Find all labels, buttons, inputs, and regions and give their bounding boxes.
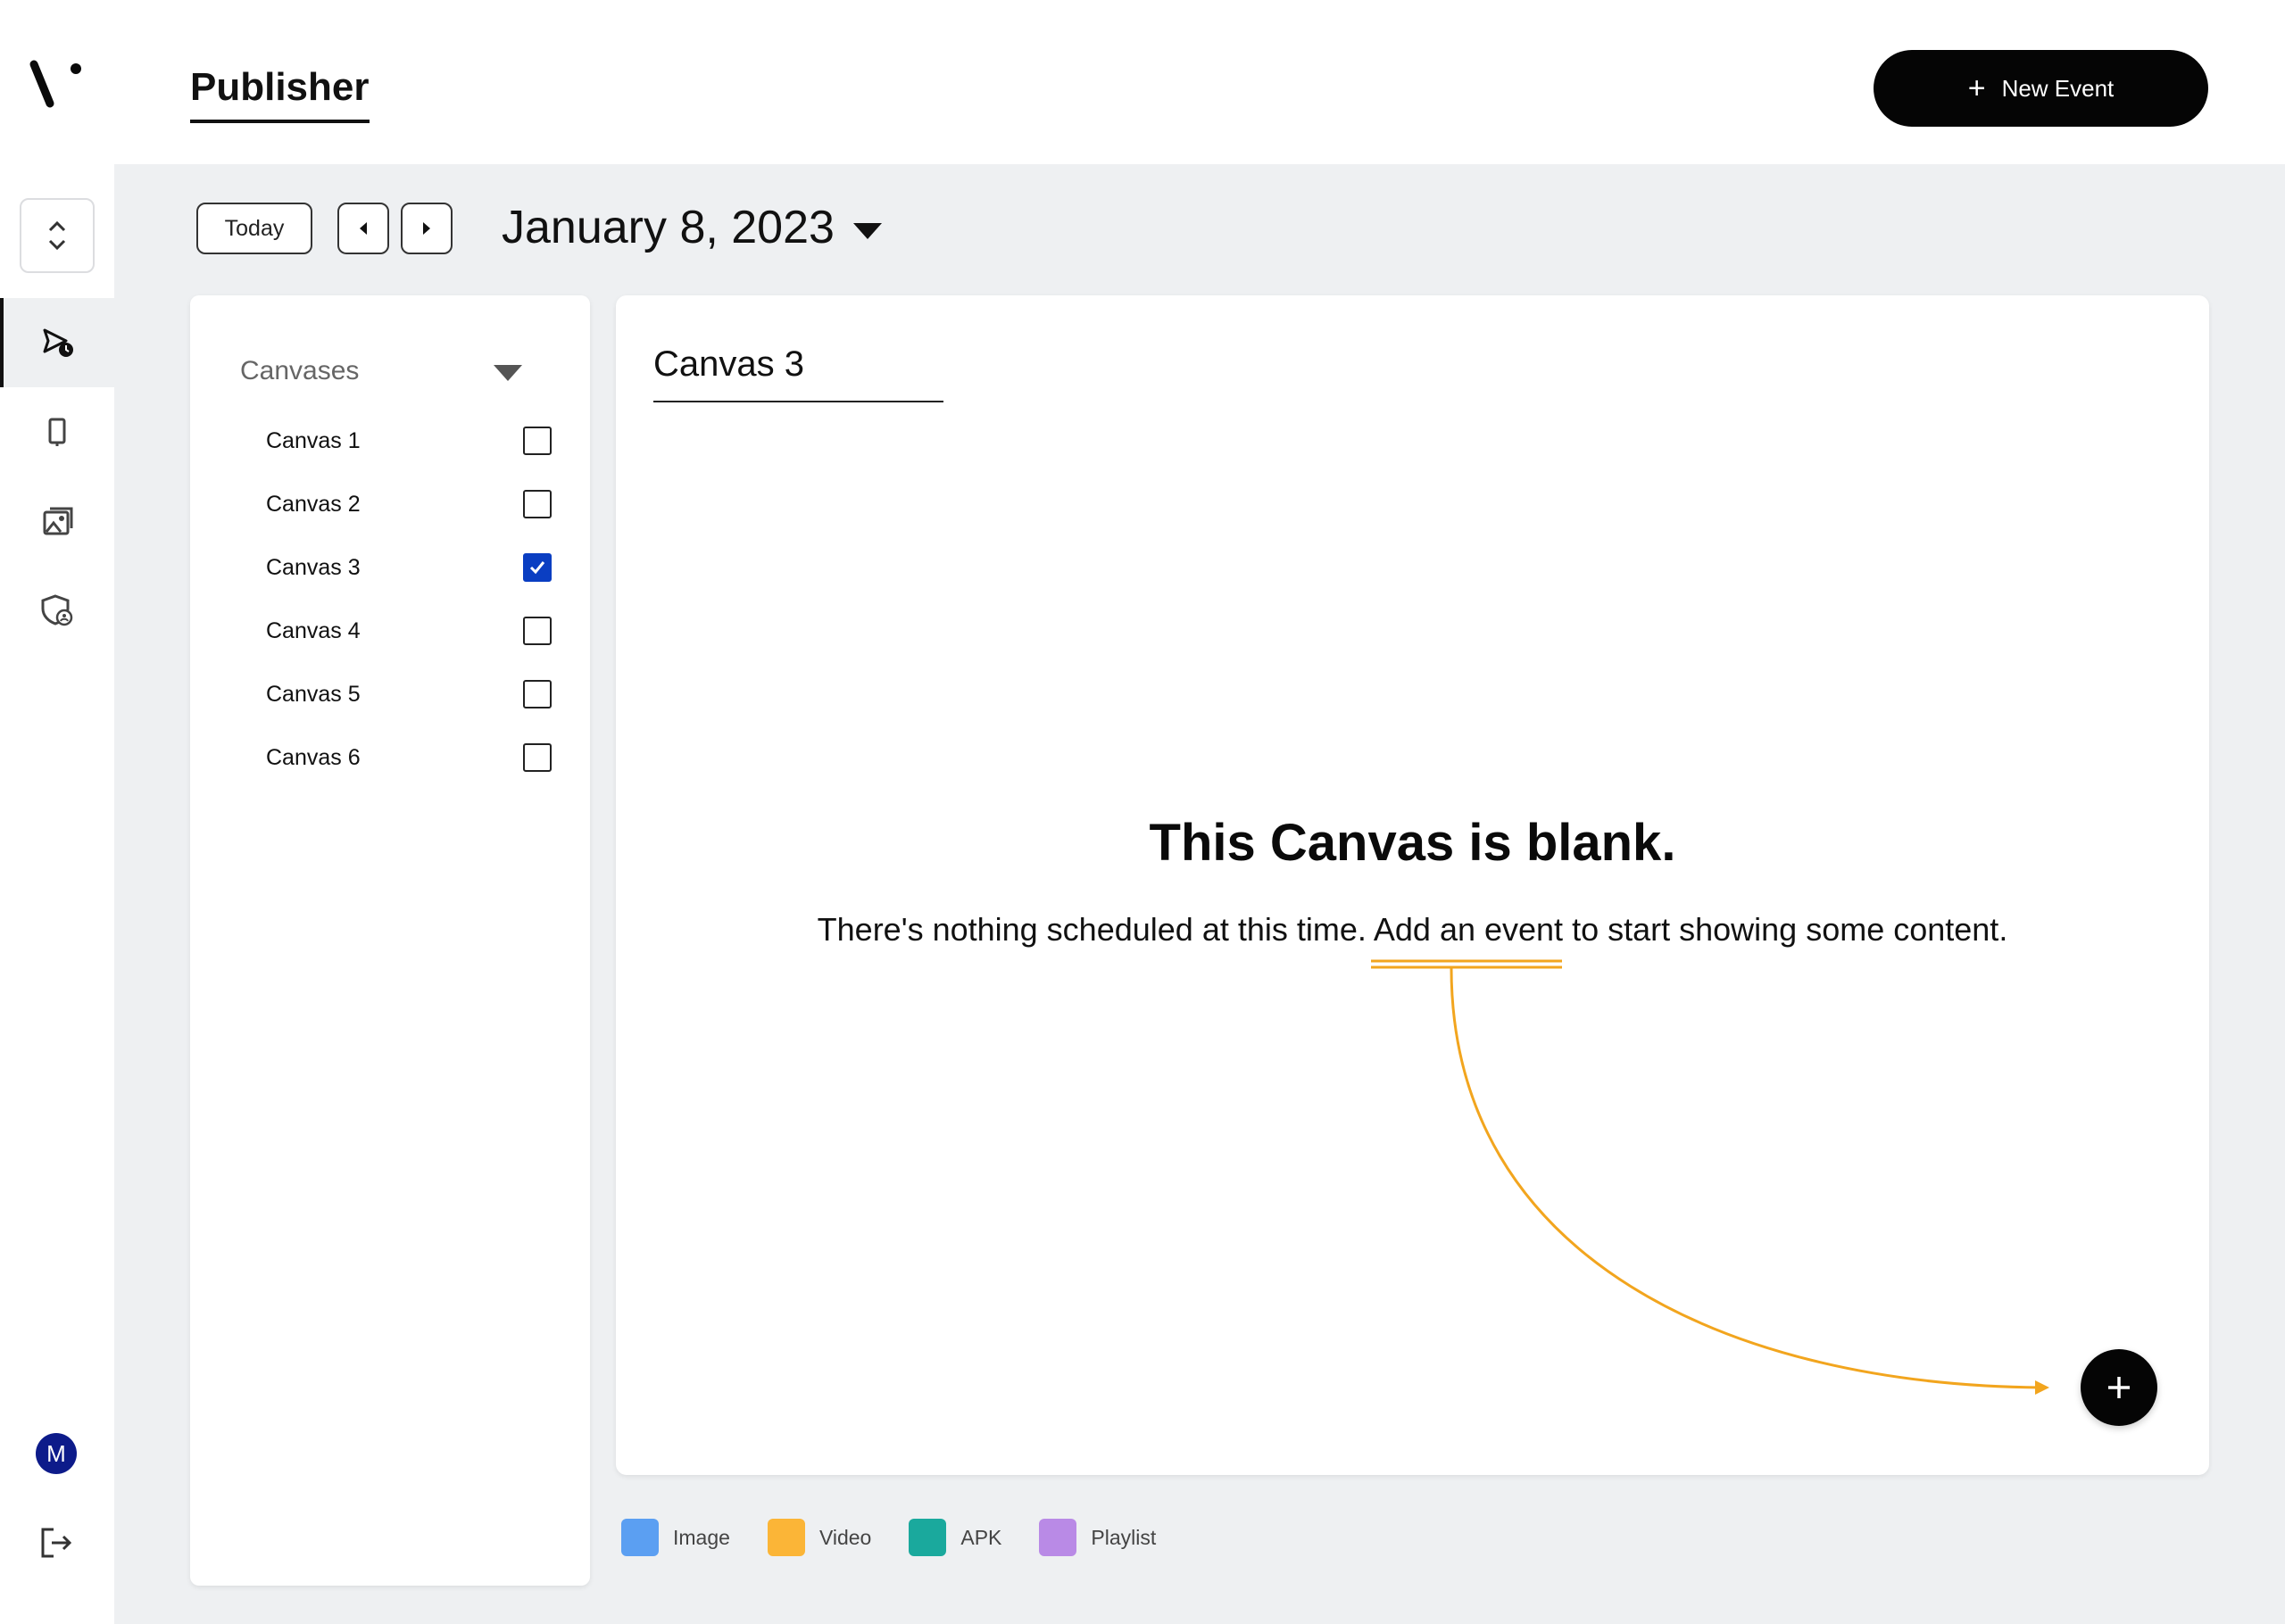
schedule-send-icon — [43, 328, 73, 357]
canvas-view: Canvas 3 This Canvas is blank. There's n… — [616, 295, 2209, 1475]
next-day-button[interactable] — [401, 203, 453, 254]
canvas-checkbox[interactable] — [523, 427, 552, 455]
checkmark-icon — [529, 561, 545, 575]
canvases-header[interactable]: Canvases — [240, 356, 359, 386]
device-icon — [48, 418, 66, 446]
canvas-checkbox[interactable] — [523, 680, 552, 708]
canvas-item-label: Canvas 1 — [266, 427, 361, 453]
new-event-button[interactable]: + New Event — [1874, 50, 2208, 127]
nav-item-admin[interactable] — [0, 566, 114, 655]
legend-item: APK — [909, 1519, 1001, 1556]
canvas-checkbox[interactable] — [523, 743, 552, 772]
legend-label: Playlist — [1091, 1525, 1157, 1549]
left-rail: M — [0, 0, 114, 1624]
add-event-fab-button[interactable] — [2081, 1349, 2157, 1426]
new-event-label: New Event — [2001, 74, 2115, 102]
avatar-initial: M — [46, 1439, 66, 1467]
admin-shield-icon — [41, 594, 73, 626]
legend-label: Video — [818, 1525, 872, 1549]
plus-icon — [2108, 1377, 2130, 1398]
nav-item-devices[interactable] — [0, 387, 114, 476]
legend-swatch — [621, 1519, 659, 1556]
legend-item: Playlist — [1039, 1519, 1156, 1556]
date-picker-chevron-down-icon[interactable] — [853, 223, 882, 239]
add-event-link[interactable]: Add an event — [1374, 911, 1563, 948]
user-avatar[interactable]: M — [36, 1433, 77, 1474]
legend-swatch — [767, 1519, 805, 1556]
message-text-before: There's nothing scheduled at this time. — [817, 911, 1374, 948]
canvases-chevron-down-icon[interactable] — [494, 365, 522, 381]
canvas-list-item[interactable]: Canvas 4 — [266, 609, 552, 653]
nav-item-media[interactable] — [0, 476, 114, 566]
collapse-toggle-button[interactable] — [20, 198, 95, 273]
plus-icon: + — [1967, 71, 1986, 105]
legend-label: Image — [673, 1525, 730, 1549]
canvas-item-label: Canvas 5 — [266, 681, 361, 707]
canvas-checkbox[interactable] — [523, 490, 552, 518]
canvas-item-label: Canvas 3 — [266, 554, 361, 580]
canvas-list-item[interactable]: Canvas 3 — [266, 545, 552, 590]
content-type-legend: Image Video APK Playlist — [621, 1519, 1156, 1556]
legend-swatch — [1039, 1519, 1077, 1556]
annotation-arrow — [1371, 959, 2049, 1395]
legend-swatch — [909, 1519, 947, 1556]
nav-item-publisher[interactable] — [0, 298, 114, 387]
canvas-checkbox[interactable] — [523, 553, 552, 582]
canvas-list-item[interactable]: Canvas 6 — [266, 735, 552, 780]
brand-logo-icon — [29, 60, 81, 108]
canvas-list-item[interactable]: Canvas 2 — [266, 482, 552, 526]
canvas-item-label: Canvas 6 — [266, 744, 361, 770]
legend-item: Image — [621, 1519, 730, 1556]
media-library-icon — [43, 507, 73, 535]
expand-collapse-icon — [48, 220, 66, 251]
canvas-list-item[interactable]: Canvas 1 — [266, 418, 552, 463]
caret-left-icon — [360, 222, 367, 235]
canvases-panel: Canvases Canvas 1 Canvas 2 Canvas 3 Canvas … — [190, 295, 590, 1586]
canvas-item-label: Canvas 4 — [266, 617, 361, 643]
page-title: Publisher — [190, 64, 370, 123]
blank-canvas-message: There's nothing scheduled at this time. … — [616, 911, 2209, 949]
message-text-after: to start showing some content. — [1563, 911, 2008, 948]
blank-canvas-heading: This Canvas is blank. — [1149, 814, 1676, 872]
canvas-title: Canvas 3 — [653, 344, 943, 402]
canvas-checkbox[interactable] — [523, 617, 552, 645]
previous-day-button[interactable] — [337, 203, 389, 254]
current-date[interactable]: January 8, 2023 — [502, 198, 835, 257]
today-button[interactable]: Today — [196, 203, 312, 254]
legend-label: APK — [960, 1525, 1002, 1549]
logout-icon[interactable] — [36, 1522, 77, 1563]
top-header: Publisher + New Event — [114, 0, 2285, 164]
legend-item: Video — [767, 1519, 872, 1556]
canvas-list-item[interactable]: Canvas 5 — [266, 672, 552, 717]
canvas-item-label: Canvas 2 — [266, 491, 361, 517]
caret-right-icon — [423, 222, 430, 235]
